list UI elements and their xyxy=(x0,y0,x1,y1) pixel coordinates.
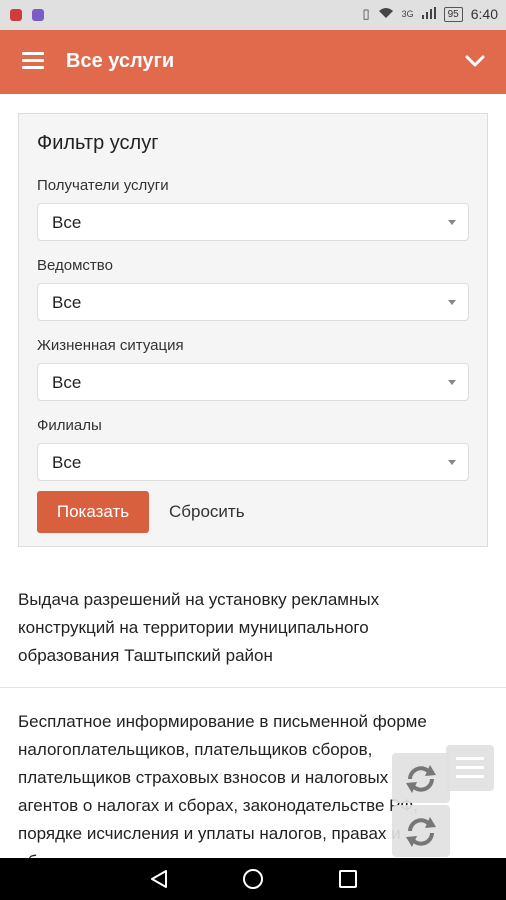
service-text-line: Бесплатное информирование в письменной ф… xyxy=(18,712,427,731)
recipients-value: Все xyxy=(52,213,82,232)
battery-level: 95 xyxy=(447,8,459,20)
service-text-line: образования Таштыпский район xyxy=(18,646,273,665)
status-bar: ▯ 3G 95 6:40 xyxy=(0,0,506,30)
recipients-label: Получатели услуги xyxy=(37,177,169,194)
sync-button[interactable] xyxy=(392,753,450,803)
life-situation-value: Все xyxy=(52,373,82,392)
menu-icon[interactable] xyxy=(22,52,44,70)
service-filter-panel: Фильтр услуг Получатели услуги Все Ведом… xyxy=(18,113,488,547)
vibrate-icon: ▯ xyxy=(362,6,370,21)
show-button[interactable]: Показать xyxy=(37,491,149,533)
status-icons: ▯ 3G 95 6:40 xyxy=(362,6,498,22)
sync-icon xyxy=(406,765,436,793)
floating-toolbar xyxy=(392,745,496,857)
app-bar: Все услуги xyxy=(0,30,506,94)
chevron-down-icon[interactable] xyxy=(464,50,486,72)
caret-down-icon xyxy=(448,300,456,305)
recipients-select[interactable]: Все xyxy=(37,203,469,241)
branches-value: Все xyxy=(52,453,82,472)
department-select[interactable]: Все xyxy=(37,283,469,321)
branches-label: Филиалы xyxy=(37,417,102,434)
caret-down-icon xyxy=(448,380,456,385)
home-icon[interactable] xyxy=(243,869,263,889)
service-text-line: Выдача разрешений на установку рекламных xyxy=(18,590,380,609)
divider xyxy=(0,687,506,688)
caret-down-icon xyxy=(448,460,456,465)
branches-select[interactable]: Все xyxy=(37,443,469,481)
clock: 6:40 xyxy=(470,6,498,22)
battery-icon: 95 xyxy=(443,6,463,22)
list-item[interactable]: Выдача разрешений на установку рекламных… xyxy=(18,586,486,670)
menu-lines-icon xyxy=(456,757,484,778)
service-text-line: конструкций на территории муниципального xyxy=(18,618,369,637)
department-value: Все xyxy=(52,293,82,312)
network-type: 3G xyxy=(401,9,414,19)
page-title: Все услуги xyxy=(66,50,175,72)
reset-button[interactable]: Сбросить xyxy=(169,502,245,522)
refresh-icon xyxy=(406,817,436,847)
caret-down-icon xyxy=(448,220,456,225)
navigation-bar xyxy=(0,858,506,900)
life-situation-select[interactable]: Все xyxy=(37,363,469,401)
notification-app-icon xyxy=(10,9,22,21)
notification-app-icon-2 xyxy=(32,9,44,21)
recent-apps-icon[interactable] xyxy=(339,870,357,888)
wifi-icon xyxy=(378,7,394,22)
signal-icon xyxy=(421,6,436,22)
life-situation-label: Жизненная ситуация xyxy=(37,337,184,354)
department-label: Ведомство xyxy=(37,257,113,274)
back-icon[interactable] xyxy=(150,870,168,888)
filter-title: Фильтр услуг xyxy=(37,132,159,154)
overlay-menu-button[interactable] xyxy=(446,745,494,791)
refresh-button[interactable] xyxy=(392,805,450,857)
